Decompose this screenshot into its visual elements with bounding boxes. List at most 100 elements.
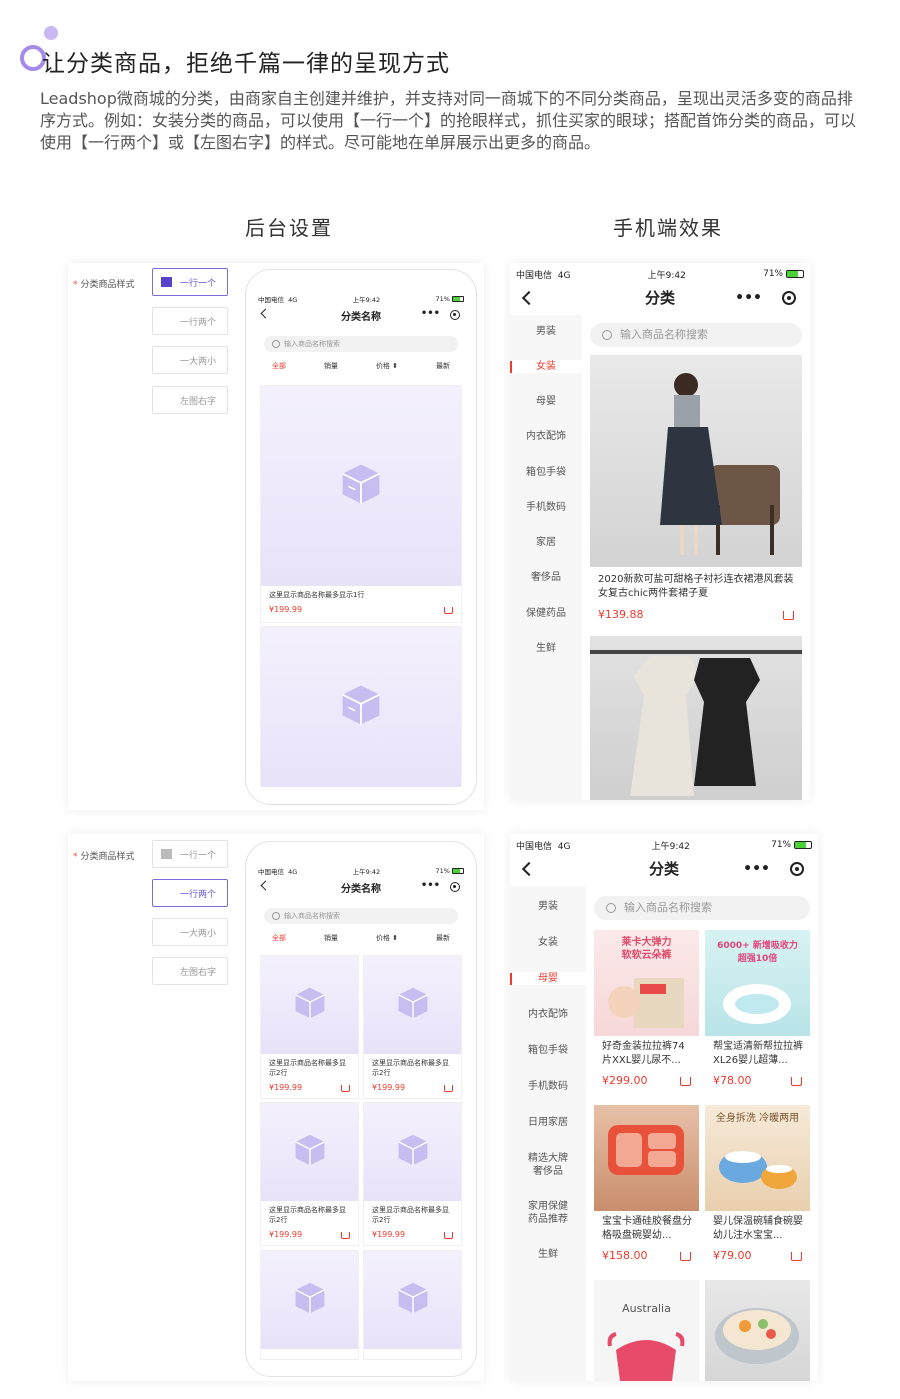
category-item[interactable]: 精选大牌 奢侈品: [510, 1152, 586, 1178]
category-item[interactable]: 家居: [510, 536, 582, 549]
category-item[interactable]: 手机数码: [510, 501, 582, 514]
back-icon[interactable]: [260, 880, 271, 891]
category-item[interactable]: 母婴: [510, 395, 582, 408]
option-one-per-row[interactable]: 一行一个: [152, 840, 228, 868]
cart-icon[interactable]: [444, 1232, 453, 1239]
product-card[interactable]: 2020新款可盐可甜格子衬衫连衣裙港风套装女复古chic两件套裙子夏 ¥139.…: [590, 355, 802, 630]
search-input[interactable]: 输入商品名称搜索: [590, 323, 802, 347]
product-name: 2020新款可盐可甜格子衬衫连衣裙港风套装女复古chic两件套裙子夏: [598, 574, 794, 599]
product-card[interactable]: 莱卡大弹力 软软云朵裤 好奇金装拉拉裤74片XXL婴儿尿不... ¥299.00: [594, 930, 699, 1098]
record-icon[interactable]: [450, 882, 460, 892]
option-left-image-right-text[interactable]: 左图右字: [152, 386, 228, 414]
record-icon[interactable]: [450, 310, 460, 320]
big-small-icon: [161, 355, 172, 365]
tab-price[interactable]: 价格 ⬍: [376, 361, 398, 371]
product-card[interactable]: 宝宝卡通硅胶餐盘分格吸盘碗婴幼... ¥158.00: [594, 1105, 699, 1273]
cart-icon[interactable]: [444, 607, 453, 614]
nav-bar: 分类 •••: [510, 854, 818, 884]
category-item[interactable]: 手机数码: [510, 1080, 586, 1093]
product-name: 帮宝适清新帮拉拉裤XL26婴儿超薄...: [713, 1041, 803, 1066]
category-item[interactable]: 箱包手袋: [510, 1044, 586, 1057]
product-card[interactable]: [260, 626, 462, 787]
status-bar: 中国电信 4G 上午9:42 71%: [258, 294, 464, 304]
cart-icon[interactable]: [341, 1085, 350, 1092]
tab-sales[interactable]: 销量: [324, 361, 338, 371]
category-item[interactable]: 男装: [510, 900, 586, 913]
status-bar: 中国电信 4G 上午9:42 71%: [258, 866, 464, 876]
more-icon[interactable]: •••: [421, 308, 440, 319]
tab-all[interactable]: 全部: [272, 361, 286, 371]
tab-all[interactable]: 全部: [272, 933, 286, 943]
product-price: ¥199.99: [269, 1230, 303, 1239]
product-price: ¥199.99: [269, 605, 303, 614]
cart-icon[interactable]: [680, 1077, 691, 1086]
placeholder-cube-icon: [395, 985, 431, 1025]
category-item[interactable]: 家用保健 药品推荐: [510, 1200, 586, 1226]
cart-icon[interactable]: [783, 611, 794, 620]
record-icon[interactable]: [790, 862, 804, 876]
category-item[interactable]: 生鲜: [510, 1248, 586, 1261]
more-icon[interactable]: •••: [735, 283, 762, 313]
cart-icon[interactable]: [791, 1077, 802, 1086]
category-sidebar: 男装 女装 母婴 内衣配饰 箱包手袋 手机数码 日用家居 精选大牌 奢侈品 家用…: [510, 886, 586, 1381]
cart-icon[interactable]: [444, 1085, 453, 1092]
product-card[interactable]: [590, 636, 802, 800]
tab-newest[interactable]: 最新: [436, 361, 450, 371]
category-item[interactable]: 奢侈品: [510, 571, 582, 584]
product-card[interactable]: [363, 1250, 462, 1360]
option-one-big-two-small[interactable]: 一大两小: [152, 918, 228, 946]
product-card[interactable]: 这里显示商品名称最多显示2行 ¥199.99: [363, 955, 462, 1099]
tab-newest[interactable]: 最新: [436, 933, 450, 943]
more-icon[interactable]: •••: [421, 880, 440, 891]
category-item[interactable]: 女装: [510, 936, 586, 949]
search-input[interactable]: 输入商品名称搜索: [264, 336, 458, 352]
product-photo: [590, 636, 802, 800]
left-right-icon: [161, 966, 172, 976]
product-card[interactable]: 全身拆洗 冷暖两用 婴儿保温碗辅食碗婴幼儿注水宝宝... ¥79.00: [705, 1105, 810, 1273]
product-name: 婴儿保温碗辅食碗婴幼儿注水宝宝...: [713, 1216, 803, 1241]
back-icon[interactable]: [521, 290, 537, 306]
product-card[interactable]: [260, 1250, 359, 1360]
battery-icon: [452, 296, 464, 302]
search-input[interactable]: 输入商品名称搜索: [264, 908, 458, 924]
option-two-per-row[interactable]: 一行两个: [152, 879, 228, 907]
product-card[interactable]: 这里显示商品名称最多显示1行 ¥199.99: [260, 385, 462, 623]
placeholder-cube-icon: [338, 461, 384, 511]
battery-icon: [786, 269, 804, 278]
option-one-per-row[interactable]: 一行一个: [152, 268, 228, 296]
category-item-active[interactable]: 女装: [510, 360, 582, 373]
option-one-big-two-small[interactable]: 一大两小: [152, 346, 228, 374]
product-price: ¥199.99: [372, 1083, 406, 1092]
product-card[interactable]: 这里显示商品名称最多显示2行 ¥199.99: [260, 1102, 359, 1246]
product-card[interactable]: [705, 1280, 810, 1381]
option-two-per-row[interactable]: 一行两个: [152, 307, 228, 335]
back-icon[interactable]: [521, 861, 537, 877]
product-photo: [705, 1280, 810, 1381]
product-card[interactable]: 这里显示商品名称最多显示2行 ¥199.99: [260, 955, 359, 1099]
category-sidebar: 男装 女装 母婴 内衣配饰 箱包手袋 手机数码 家居 奢侈品 保健药品 生鲜: [510, 315, 582, 800]
mobile-column-heading: 手机端效果: [613, 216, 723, 240]
more-icon[interactable]: •••: [743, 854, 770, 884]
product-card[interactable]: 这里显示商品名称最多显示2行 ¥199.99: [363, 1102, 462, 1246]
search-input[interactable]: 输入商品名称搜索: [594, 896, 810, 920]
back-icon[interactable]: [260, 308, 271, 319]
product-card[interactable]: 6000+ 新增吸收力 超强10倍 帮宝适清新帮拉拉裤XL26婴儿超薄... ¥…: [705, 930, 810, 1098]
cart-icon[interactable]: [680, 1252, 691, 1261]
one-per-row-icon: [161, 849, 172, 859]
product-card[interactable]: Australia: [594, 1280, 699, 1381]
cart-icon[interactable]: [791, 1252, 802, 1261]
category-item[interactable]: 箱包手袋: [510, 466, 582, 479]
category-item[interactable]: 内衣配饰: [510, 430, 582, 443]
category-item[interactable]: 日用家居: [510, 1116, 586, 1129]
tab-sales[interactable]: 销量: [324, 933, 338, 943]
category-item[interactable]: 保健药品: [510, 607, 582, 620]
tab-price[interactable]: 价格 ⬍: [376, 933, 398, 943]
intro-paragraph: Leadshop微商城的分类，由商家自主创建并维护，并支持对同一商城下的不同分类…: [40, 89, 857, 152]
category-item[interactable]: 男装: [510, 325, 582, 338]
record-icon[interactable]: [782, 291, 796, 305]
category-item[interactable]: 生鲜: [510, 642, 582, 655]
option-left-image-right-text[interactable]: 左图右字: [152, 957, 228, 985]
category-item[interactable]: 内衣配饰: [510, 1008, 586, 1021]
cart-icon[interactable]: [341, 1232, 350, 1239]
category-item-active[interactable]: 母婴: [510, 972, 586, 985]
